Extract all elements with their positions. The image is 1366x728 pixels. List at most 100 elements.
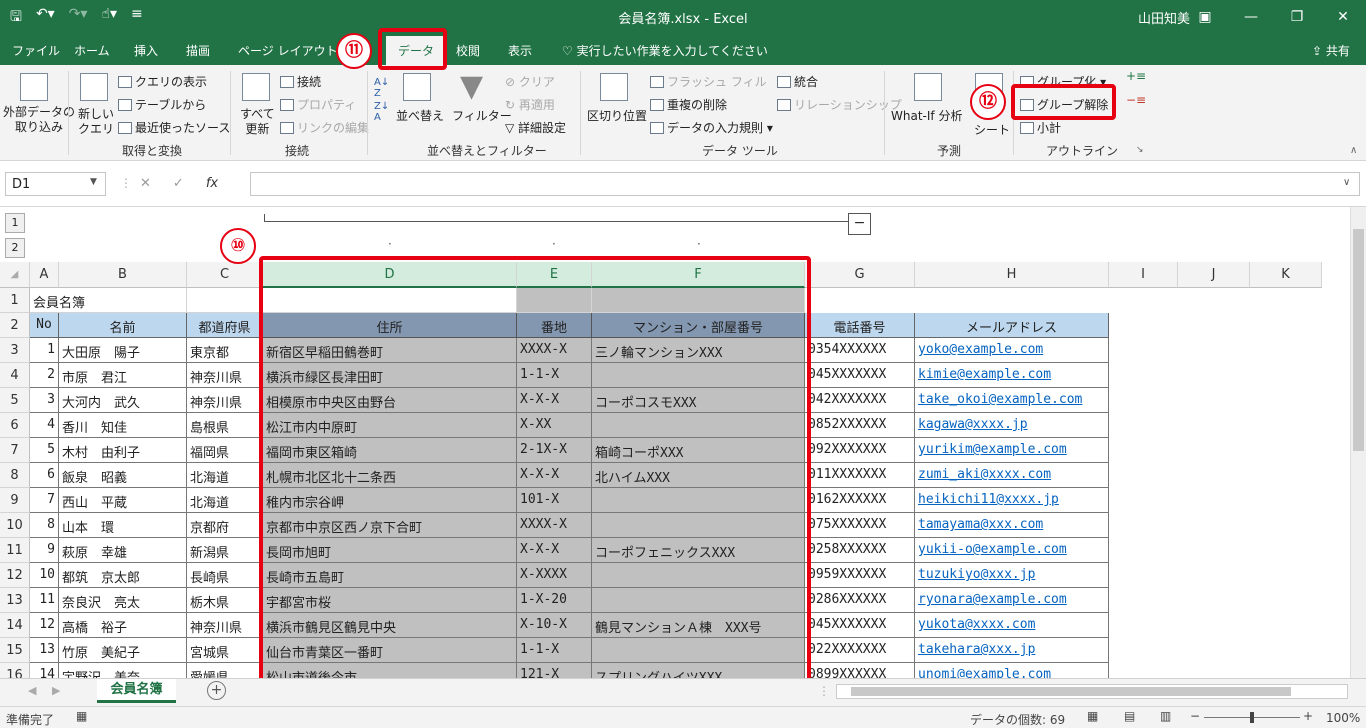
table-cell[interactable]: 10 <box>30 563 59 588</box>
table-cell[interactable]: 北ハイムXXX <box>592 463 805 488</box>
table-cell[interactable]: 011XXXXXXX <box>805 463 915 488</box>
table-cell[interactable]: スプリングハイツXXX <box>592 663 805 678</box>
table-cell[interactable]: 13 <box>30 638 59 663</box>
table-cell[interactable]: 1-1-X <box>517 638 592 663</box>
table-header-cell[interactable]: 都道府県 <box>187 313 263 338</box>
table-header-cell[interactable]: No <box>30 313 59 338</box>
sheet-title-cell[interactable]: 会員名簿 <box>30 288 187 313</box>
restore-icon[interactable]: ❐ <box>1274 0 1320 33</box>
text-to-columns-button[interactable]: 区切り位置 <box>587 107 647 124</box>
email-link[interactable]: yurikim@example.com <box>915 438 1109 463</box>
normal-view-icon[interactable]: ▦ <box>1087 709 1098 723</box>
table-cell[interactable]: 仙台市青葉区一番町 <box>263 638 517 663</box>
table-cell[interactable]: 萩原 幸雄 <box>59 538 187 563</box>
table-cell[interactable]: 神奈川県 <box>187 613 263 638</box>
sort-ascending-icon[interactable]: A↓ Z <box>374 77 389 99</box>
worksheet-grid[interactable]: ◢ A B C D E F G H I J K 1 2 3 4 5 6 7 8 9 10 11 12 13 14 15 16 会員名簿 N… <box>0 262 1350 678</box>
row-header[interactable]: 9 <box>0 488 30 513</box>
table-cell[interactable]: 山本 環 <box>59 513 187 538</box>
table-cell[interactable]: 0162XXXXXX <box>805 488 915 513</box>
table-header-cell[interactable]: 番地 <box>517 313 592 338</box>
table-cell[interactable]: 2 <box>30 363 59 388</box>
zoom-in-icon[interactable]: + <box>1303 709 1313 723</box>
table-cell[interactable]: 福岡市東区箱崎 <box>263 438 517 463</box>
table-cell[interactable] <box>592 638 805 663</box>
select-all-corner[interactable]: ◢ <box>0 262 30 288</box>
column-header-f[interactable]: F <box>592 262 805 288</box>
zoom-slider-thumb[interactable] <box>1250 712 1254 723</box>
table-header-cell[interactable]: メールアドレス <box>915 313 1109 338</box>
minimize-icon[interactable]: — <box>1228 0 1274 33</box>
table-cell[interactable]: 0258XXXXXX <box>805 538 915 563</box>
email-link[interactable]: heikichi11@xxxx.jp <box>915 488 1109 513</box>
row-header[interactable]: 1 <box>0 288 30 313</box>
table-cell[interactable]: 092XXXXXXX <box>805 438 915 463</box>
hide-detail-icon[interactable]: −≡ <box>1126 93 1146 107</box>
expand-formula-icon[interactable]: ∨ <box>1343 177 1350 188</box>
table-cell[interactable]: 愛媛県 <box>187 663 263 678</box>
row-header[interactable]: 2 <box>0 313 30 338</box>
table-cell[interactable]: 長崎県 <box>187 563 263 588</box>
cancel-icon[interactable]: ✕ <box>140 176 151 191</box>
table-cell[interactable]: X-XXXX <box>517 563 592 588</box>
row-header[interactable]: 11 <box>0 538 30 563</box>
column-header-e[interactable]: E <box>517 262 592 288</box>
tab-insert[interactable]: 挿入 <box>134 42 158 59</box>
row-header[interactable]: 14 <box>0 613 30 638</box>
tab-view[interactable]: 表示 <box>508 42 532 59</box>
table-cell[interactable]: X-XX <box>517 413 592 438</box>
sort-button[interactable]: 並べ替え <box>396 107 444 124</box>
properties-button[interactable]: プロパティ <box>280 96 356 113</box>
next-sheet-icon[interactable]: ▶ <box>52 684 60 697</box>
table-cell[interactable]: 3 <box>30 388 59 413</box>
email-link[interactable]: unomi@example.com <box>915 663 1109 678</box>
table-cell[interactable]: 奈良沢 亮太 <box>59 588 187 613</box>
table-cell[interactable]: X-X-X <box>517 463 592 488</box>
table-cell[interactable]: XXXX-X <box>517 338 592 363</box>
table-cell[interactable]: 1 <box>30 338 59 363</box>
table-cell[interactable]: 045XXXXXXX <box>805 613 915 638</box>
table-cell[interactable]: 9 <box>30 538 59 563</box>
table-cell[interactable]: 2-1X-X <box>517 438 592 463</box>
cell[interactable] <box>187 288 263 313</box>
table-cell[interactable]: 北海道 <box>187 463 263 488</box>
clear-button[interactable]: ⊘ クリア <box>505 73 555 90</box>
table-cell[interactable]: 5 <box>30 438 59 463</box>
table-cell[interactable]: 0286XXXXXX <box>805 588 915 613</box>
column-header-h[interactable]: H <box>915 262 1109 288</box>
row-header[interactable]: 13 <box>0 588 30 613</box>
table-cell[interactable] <box>592 588 805 613</box>
table-cell[interactable]: 4 <box>30 413 59 438</box>
column-header-j[interactable]: J <box>1178 262 1250 288</box>
table-cell[interactable]: 松山市道後今市 <box>263 663 517 678</box>
table-cell[interactable]: 11 <box>30 588 59 613</box>
reapply-button[interactable]: ↻ 再適用 <box>505 96 555 113</box>
group-button[interactable]: グループ化 ▾ <box>1020 73 1106 90</box>
table-cell[interactable]: 島根県 <box>187 413 263 438</box>
tab-review[interactable]: 校閲 <box>456 42 480 59</box>
table-cell[interactable]: 札幌市北区北十二条西 <box>263 463 517 488</box>
row-header[interactable]: 3 <box>0 338 30 363</box>
table-cell[interactable]: 市原 君江 <box>59 363 187 388</box>
table-cell[interactable]: コーポコスモXXX <box>592 388 805 413</box>
tab-draw[interactable]: 描画 <box>186 42 210 59</box>
tab-data[interactable]: データ <box>386 36 447 65</box>
macro-record-icon[interactable]: ▦ <box>76 709 87 723</box>
advanced-filter-button[interactable]: ▽ 詳細設定 <box>505 119 566 136</box>
show-query-button[interactable]: クエリの表示 <box>118 73 207 90</box>
email-link[interactable]: zumi_aki@xxxx.com <box>915 463 1109 488</box>
table-cell[interactable]: 三ノ輪マンションXXX <box>592 338 805 363</box>
table-cell[interactable]: X-X-X <box>517 388 592 413</box>
table-cell[interactable]: 8 <box>30 513 59 538</box>
cell[interactable] <box>517 288 592 313</box>
table-cell[interactable]: 香川 知佳 <box>59 413 187 438</box>
table-cell[interactable]: 14 <box>30 663 59 678</box>
email-link[interactable]: tuzukiyo@xxx.jp <box>915 563 1109 588</box>
cell[interactable] <box>592 288 805 313</box>
show-detail-icon[interactable]: +≡ <box>1126 69 1146 83</box>
outline-collapse-button[interactable]: − <box>848 213 871 235</box>
table-cell[interactable] <box>592 363 805 388</box>
table-cell[interactable]: 1-X-20 <box>517 588 592 613</box>
table-cell[interactable]: 長崎市五島町 <box>263 563 517 588</box>
edit-links-button[interactable]: リンクの編集 <box>280 119 369 136</box>
